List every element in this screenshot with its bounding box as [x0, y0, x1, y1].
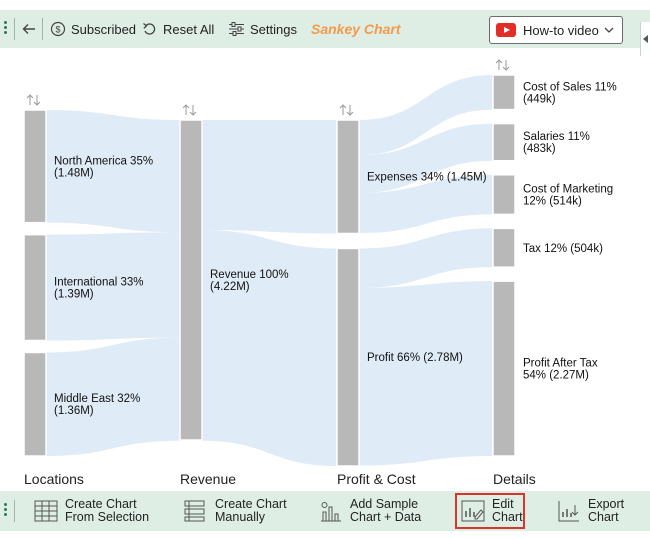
sankey-node-value-cos: (449k) [523, 93, 556, 105]
bottom-toolbar: Create Chart From Selection Create Chart… [0, 491, 650, 531]
app-title: Sankey Chart [311, 21, 401, 37]
sort-arrows-glyph [495, 59, 510, 71]
subscribed-label: Subscribed [71, 21, 137, 37]
sankey-node-me[interactable] [23, 351, 47, 457]
settings-label: Settings [250, 21, 297, 37]
edit-chart-label: Edit Chart [492, 497, 523, 524]
sankey-node-pat[interactable] [492, 280, 516, 457]
sankey-node-rev[interactable] [179, 119, 203, 441]
table-grid-icon [34, 500, 58, 522]
back-arrow-icon [22, 24, 35, 34]
sankey-node-label-na: North America 35% [54, 155, 153, 167]
sliders-icon [229, 22, 244, 36]
chevron-down-icon [604, 27, 614, 33]
sankey-node-label-me: Middle East 32% [54, 393, 140, 405]
sankey-link-rev-exp [202, 120, 337, 234]
sankey-link-rev-profit [202, 229, 337, 466]
sankey-link-profit-tax [359, 228, 493, 288]
sankey-node-label-mkt: Cost of Marketing [523, 184, 613, 196]
stage-label: Details [493, 471, 536, 487]
sankey-node-label-pat: Profit After Tax [523, 358, 598, 370]
sort-arrows-icon[interactable] [26, 94, 41, 106]
svg-text:$: $ [55, 25, 60, 35]
sankey-node-mkt[interactable] [492, 174, 516, 216]
sankey-node-label-exp: Expenses 34% (1.45M) [367, 172, 487, 184]
sort-arrows-icon[interactable] [339, 104, 354, 116]
toolbar-divider [14, 500, 15, 522]
add-sample-chart-data-button[interactable]: Add Sample Chart + Data [319, 494, 421, 528]
stage-label: Profit & Cost [337, 471, 416, 487]
sankey-node-value-rev: (4.22M) [210, 281, 250, 293]
sort-arrows-glyph [26, 94, 41, 106]
export-chart-label: Export Chart [588, 497, 625, 524]
sankey-node-value-intl: (1.39M) [54, 289, 94, 301]
drag-handle-icon[interactable] [4, 501, 9, 521]
sankey-link-profit-pat [359, 281, 493, 466]
sankey-node-label-cos: Cost of Sales 11% [523, 81, 617, 93]
sankey-node-exp[interactable] [336, 119, 360, 235]
stage-label: Revenue [180, 471, 236, 487]
back-button[interactable] [22, 10, 41, 48]
subscribed-button[interactable]: $ Subscribed [50, 10, 136, 48]
how-to-video-dropdown[interactable]: How-to video [489, 16, 623, 44]
edit-chart-icon [461, 500, 485, 522]
youtube-icon [496, 23, 516, 37]
sort-arrows-icon[interactable] [495, 59, 510, 71]
sankey-node-label-rev: Revenue 100% [210, 269, 289, 281]
sankey-node-value-pat: 54% (2.27M) [523, 370, 589, 382]
sort-arrows-glyph [339, 104, 354, 116]
sankey-node-value-me: (1.36M) [54, 405, 94, 417]
create-chart-from-selection-label: Create Chart From Selection [65, 497, 150, 524]
reset-all-button[interactable]: Reset All [142, 10, 214, 48]
create-chart-manually-button[interactable]: Create Chart Manually [184, 494, 287, 528]
settings-button[interactable]: Settings [228, 10, 297, 48]
manual-table-icon [184, 500, 205, 522]
export-chart-button[interactable]: Export Chart [557, 494, 624, 528]
sankey-node-na[interactable] [23, 109, 47, 224]
toolbar-divider [42, 18, 43, 40]
sankey-node-sal[interactable] [492, 122, 516, 162]
sort-arrows-glyph [182, 104, 197, 116]
sample-chart-icon [321, 502, 341, 522]
top-toolbar: $ Subscribed Reset All Settings Sankey C… [0, 10, 650, 56]
dollar-circle-icon: $ [50, 21, 66, 37]
reset-all-label: Reset All [163, 21, 215, 37]
sankey-node-label-profit: Profit 66% (2.78M) [367, 352, 463, 364]
sankey-node-label-sal: Salaries 11% [523, 131, 590, 143]
drag-handle-icon[interactable] [4, 19, 9, 39]
create-chart-manually-label: Create Chart Manually [215, 497, 287, 524]
how-to-video-label: How-to video [523, 22, 599, 38]
sankey-node-value-mkt: 12% (514k) [523, 196, 582, 208]
create-chart-from-selection-button[interactable]: Create Chart From Selection [34, 494, 149, 528]
sankey-node-tax[interactable] [492, 227, 516, 268]
add-sample-chart-data-label: Add Sample Chart + Data [350, 497, 422, 524]
edit-chart-button[interactable]: Edit Chart [455, 493, 525, 529]
sankey-node-profit[interactable] [336, 247, 360, 467]
undo-icon [143, 22, 156, 35]
sankey-node-cos[interactable] [492, 74, 516, 111]
sankey-node-intl[interactable] [23, 233, 47, 342]
sankey-node-value-sal: (483k) [523, 143, 556, 155]
sankey-chart: North America 35% (1.48M) International 33… [0, 50, 650, 490]
sankey-node-value-na: (1.48M) [54, 167, 94, 179]
sankey-node-label-tax: Tax 12% (504k) [523, 243, 603, 255]
toolbar-divider [14, 18, 15, 40]
sankey-svg: North America 35%(1.48M) International 33… [23, 59, 617, 487]
sankey-node-label-intl: International 33% [54, 277, 144, 289]
export-chart-icon [558, 501, 579, 522]
stage-label: Locations [24, 471, 84, 487]
sort-arrows-icon[interactable] [182, 104, 197, 116]
